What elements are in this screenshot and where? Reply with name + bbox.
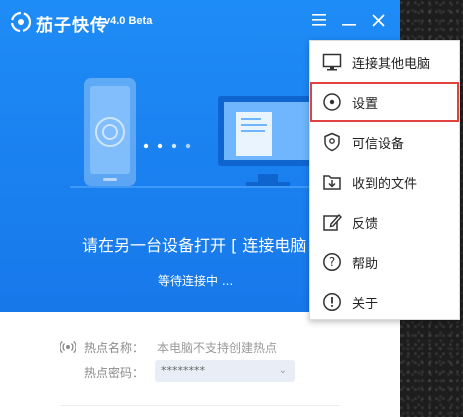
menu-item-label: 关于 — [352, 296, 379, 312]
hotspot-password-label: 热点密码： — [84, 366, 145, 380]
close-button[interactable] — [368, 10, 388, 30]
hotspot-icon — [60, 340, 76, 354]
menu-item-trusted-devices[interactable]: 可信设备 — [310, 122, 459, 162]
menu-item-connect-other-pc[interactable]: 连接其他电脑 — [310, 42, 459, 82]
main-dropdown-menu: 连接其他电脑 设置 可信设备 收到的文件 反馈 ? 帮助 关于 — [309, 40, 460, 320]
menu-item-label: 反馈 — [352, 216, 379, 232]
menu-item-label: 可信设备 — [352, 136, 405, 152]
menu-item-about[interactable]: 关于 — [310, 282, 459, 322]
app-version: v4.0 Beta — [104, 15, 153, 27]
title-bar[interactable]: 茄子快传 v4.0 Beta — [0, 0, 400, 44]
help-icon: ? — [323, 253, 341, 271]
waiting-status: 等待连接中 ... — [158, 274, 234, 288]
hamburger-icon — [312, 14, 326, 26]
svg-text:?: ? — [329, 255, 335, 269]
connect-instruction: 请在另一台设备打开 [ 连接电脑 — [82, 236, 307, 255]
menu-item-label: 连接其他电脑 — [352, 56, 431, 72]
edit-icon — [323, 213, 342, 231]
minimize-button[interactable] — [339, 10, 359, 30]
hotspot-name-value: 本电脑不支持创建热点 — [157, 341, 278, 355]
menu-item-feedback[interactable]: 反馈 — [310, 202, 459, 242]
app-logo-icon — [10, 11, 32, 33]
menu-button[interactable] — [309, 10, 329, 30]
menu-item-label: 设置 — [352, 96, 379, 112]
phone-icon — [84, 78, 136, 186]
monitor-illustration-icon — [218, 96, 318, 186]
menu-item-label: 收到的文件 — [352, 176, 418, 192]
menu-item-help[interactable]: ? 帮助 — [310, 242, 459, 282]
chevron-down-icon: ⌄ — [278, 365, 287, 376]
hotspot-name-label: 热点名称： — [84, 341, 145, 355]
hotspot-password-field[interactable]: ******** ⌄ — [155, 360, 295, 382]
menu-item-label: 帮助 — [352, 256, 379, 272]
app-name: 茄子快传 — [36, 16, 108, 36]
divider — [60, 405, 340, 406]
info-icon — [323, 293, 341, 311]
minimize-icon — [342, 24, 356, 26]
download-folder-icon — [323, 175, 341, 190]
menu-item-settings[interactable]: 设置 — [310, 82, 459, 122]
hotspot-password-value: ******** — [161, 364, 205, 377]
monitor-icon — [322, 53, 342, 71]
menu-item-received-files[interactable]: 收到的文件 — [310, 162, 459, 202]
shield-icon — [324, 132, 340, 152]
settings-icon — [323, 93, 341, 111]
close-icon — [371, 13, 385, 27]
